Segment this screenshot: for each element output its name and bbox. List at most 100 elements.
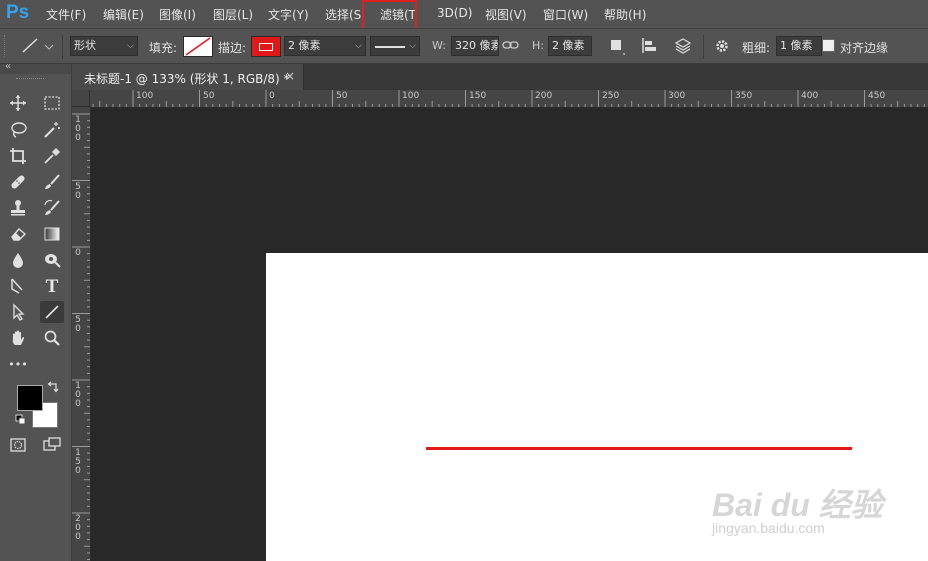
ruler-label: 450 — [868, 91, 886, 101]
stroke-type-select[interactable]: ⌵ — [370, 36, 420, 56]
no-fill-icon — [185, 37, 211, 56]
hand-tool-icon[interactable] — [6, 327, 30, 349]
chevron-down-icon: ⌵ — [409, 41, 416, 51]
watermark-logo-text: Bai du 经验 — [712, 487, 883, 523]
document-tab[interactable]: 未标题-1 @ 133% (形状 1, RGB/8) * × — [72, 64, 304, 90]
move-tool-icon[interactable] — [6, 92, 30, 114]
ruler-label: 0 — [269, 91, 275, 101]
ruler-label: 250 — [602, 91, 620, 101]
ruler-label: 100 — [75, 381, 81, 409]
link-icon[interactable] — [502, 38, 520, 55]
weight-label: 粗细: — [742, 41, 771, 55]
vertical-ruler-ticks — [72, 113, 90, 560]
height-label: H: — [532, 39, 544, 52]
marquee-tool-icon[interactable] — [40, 92, 64, 114]
ruler-label: 0 — [75, 248, 81, 258]
separator — [703, 35, 704, 59]
width-label: W: — [432, 39, 446, 52]
quick-mask-icon[interactable] — [6, 434, 30, 456]
type-tool-icon[interactable]: T — [40, 275, 64, 297]
screen-mode-icon[interactable] — [40, 434, 64, 456]
line-tool-icon[interactable] — [40, 301, 64, 323]
type-tool-glyph: T — [45, 275, 59, 297]
tool-mode-select[interactable]: 形状 ⌵ — [70, 36, 138, 56]
ruler-label: 150 — [75, 447, 81, 476]
menu-edit[interactable]: 编辑(E) — [103, 6, 144, 23]
ruler-label: 100 — [136, 91, 154, 101]
dodge-tool-icon[interactable] — [40, 249, 64, 271]
width-field[interactable]: 320 像素 — [451, 36, 499, 56]
weight-field[interactable]: 1 像素 — [776, 36, 822, 56]
horizontal-ruler[interactable]: 100 50 0 50 100 150 200 250 300 350 400 … — [90, 90, 928, 108]
toolbox-grip — [16, 78, 44, 81]
ruler-label: 300 — [668, 91, 686, 101]
options-grip — [4, 35, 9, 57]
more-tools-icon[interactable]: ••• — [6, 353, 30, 375]
tool-mode-value: 形状 — [74, 39, 96, 52]
brush-tool-icon[interactable] — [40, 171, 64, 193]
chevron-down-icon: ⌵ — [355, 41, 362, 51]
eraser-tool-icon[interactable] — [6, 223, 30, 245]
line-shape[interactable] — [426, 447, 852, 450]
eyedropper-tool-icon[interactable] — [40, 145, 64, 167]
default-colors-icon[interactable] — [15, 414, 27, 429]
ruler-label: 200 — [75, 514, 81, 542]
ruler-label: 100 — [402, 91, 420, 101]
ruler-label: 100 — [75, 115, 81, 143]
toolbox-header: « — [0, 61, 71, 74]
gradient-tool-icon[interactable] — [40, 223, 64, 245]
menu-window[interactable]: 窗口(W) — [543, 6, 588, 23]
menu-help[interactable]: 帮助(H) — [604, 6, 646, 23]
path-selection-tool-icon[interactable] — [6, 301, 30, 323]
path-alignment-icon[interactable] — [640, 37, 658, 58]
vertical-ruler[interactable]: 100 50 0 50 100 150 200 — [72, 107, 91, 561]
ruler-label: 50 — [75, 181, 81, 201]
blur-tool-icon[interactable] — [6, 249, 30, 271]
menu-image[interactable]: 图像(I) — [159, 6, 196, 23]
menu-layer[interactable]: 图层(L) — [213, 6, 253, 23]
stroke-type-preview — [375, 46, 405, 48]
gear-icon[interactable] — [713, 37, 731, 58]
photoshop-logo: Ps — [6, 2, 30, 23]
ruler-label: 400 — [801, 91, 819, 101]
separator — [62, 35, 63, 59]
toolbox: « T ••• — [0, 61, 72, 561]
stroke-swatch[interactable] — [251, 36, 281, 57]
fill-label: 填充: — [149, 41, 178, 55]
history-brush-tool-icon[interactable] — [40, 197, 64, 219]
clone-stamp-tool-icon[interactable] — [6, 197, 30, 219]
menu-file[interactable]: 文件(F) — [46, 6, 86, 23]
menu-view[interactable]: 视图(V) — [485, 6, 527, 23]
path-arrangement-icon[interactable] — [673, 37, 693, 58]
document-tab-bar: 未标题-1 @ 133% (形状 1, RGB/8) * × — [72, 64, 928, 90]
ruler-label: 50 — [336, 91, 348, 101]
collapse-toolbox-icon[interactable]: « — [5, 61, 11, 72]
ruler-origin[interactable] — [72, 90, 90, 107]
fill-swatch[interactable] — [183, 36, 213, 57]
path-operations-icon[interactable] — [609, 38, 627, 59]
stroke-width-field[interactable]: 2 像素 ⌵ — [284, 36, 366, 56]
stroke-width-value: 2 像素 — [288, 39, 321, 52]
lasso-tool-icon[interactable] — [6, 119, 30, 141]
filter-highlight-box — [362, 0, 417, 30]
ruler-label: 150 — [469, 91, 487, 101]
swap-colors-icon[interactable] — [47, 381, 59, 396]
menu-bar: Ps 文件(F) 编辑(E) 图像(I) 图层(L) 文字(Y) 选择(S 滤镜… — [0, 0, 928, 30]
height-field[interactable]: 2 像素 — [548, 36, 592, 56]
align-edges-checkbox[interactable] — [822, 39, 835, 52]
line-preset-icon — [22, 38, 54, 53]
line-preset-picker[interactable] — [20, 36, 56, 59]
foreground-color-swatch[interactable] — [17, 385, 43, 411]
pen-tool-icon[interactable] — [6, 275, 30, 297]
watermark-url: jingyan.baidu.com — [712, 520, 825, 536]
magic-wand-tool-icon[interactable] — [40, 119, 64, 141]
healing-brush-tool-icon[interactable] — [6, 171, 30, 193]
menu-select[interactable]: 选择(S — [325, 6, 361, 23]
align-edges-label: 对齐边缘 — [840, 41, 889, 55]
menu-type[interactable]: 文字(Y) — [268, 6, 309, 23]
crop-tool-icon[interactable] — [6, 145, 30, 167]
menu-3d[interactable]: 3D(D) — [437, 6, 472, 20]
close-icon[interactable]: × — [285, 69, 295, 83]
ruler-label: 350 — [735, 91, 753, 101]
zoom-tool-icon[interactable] — [40, 327, 64, 349]
